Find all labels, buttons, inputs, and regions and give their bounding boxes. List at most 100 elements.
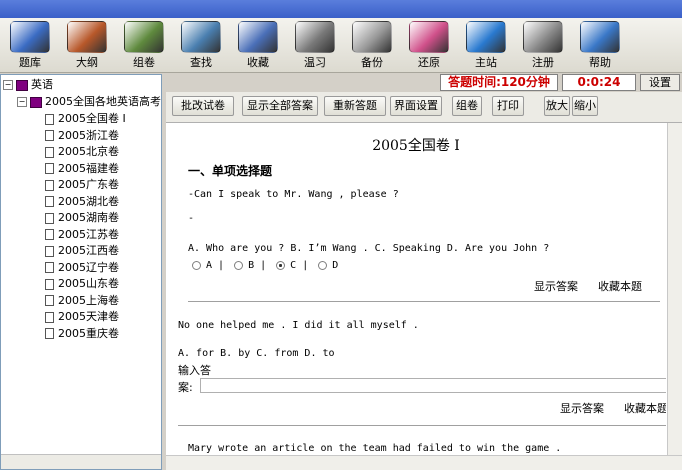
toolbar-button[interactable]: 题库 (2, 20, 58, 72)
tree-item[interactable]: 2005湖南卷 (45, 210, 119, 226)
document-icon (45, 163, 54, 174)
tree-item[interactable]: 2005全国卷 I (45, 111, 126, 127)
toolbar-button-label: 注册 (532, 56, 554, 69)
collapse-icon[interactable]: − (3, 80, 13, 90)
collapse-icon[interactable]: − (17, 97, 27, 107)
tree-item-label: 2005湖北卷 (58, 194, 119, 208)
toolbar-button-label: 大纲 (76, 56, 98, 69)
tree-item-label: 2005全国卷 I (58, 112, 126, 125)
radio-icon[interactable] (192, 260, 201, 270)
toolbar-button[interactable]: 注册 (515, 20, 571, 72)
tree-item[interactable]: 2005北京卷 (45, 144, 119, 160)
choice-separator: | (254, 260, 267, 271)
tree-item[interactable]: 2005福建卷 (45, 161, 119, 177)
q1-choice-b[interactable]: B | (234, 260, 266, 271)
radio-icon[interactable] (276, 260, 286, 270)
answer-input-label-2: 案: (178, 381, 193, 394)
tree-item[interactable]: 2005浙江卷 (45, 128, 119, 144)
compose-button[interactable]: 组卷 (452, 96, 482, 116)
toolbar-button[interactable]: 收藏 (230, 20, 286, 72)
q1-options: A. Who are you ? B. I’m Wang . C. Speaki… (188, 243, 550, 254)
tree-item-label: 2005北京卷 (58, 145, 119, 158)
content-horizontal-scrollbar[interactable] (166, 455, 682, 470)
toolbar-button[interactable]: 帮助 (572, 20, 628, 72)
register-icon (523, 21, 563, 53)
show-all-answers-button[interactable]: 显示全部答案 (242, 96, 318, 116)
tree-group[interactable]: − 2005全国各地英语高考i (17, 94, 162, 110)
toolbar-button[interactable]: 还原 (401, 20, 457, 72)
q2-stem: No one helped me . I did it all myself . (178, 320, 419, 331)
tree-item[interactable]: 2005上海卷 (45, 293, 119, 309)
tree-item[interactable]: 2005天津卷 (45, 309, 119, 325)
content-vertical-scrollbar[interactable] (667, 123, 682, 456)
restore-icon (409, 21, 449, 53)
zoom-in-button[interactable]: 放大 (544, 96, 570, 116)
bookmark-link[interactable]: 收藏本题 (624, 400, 666, 416)
toolbar-button-label: 收藏 (247, 56, 269, 69)
tree-item[interactable]: 2005重庆卷 (45, 326, 119, 342)
show-answer-link[interactable]: 显示答案 (560, 400, 604, 416)
tree-item[interactable]: 2005辽宁卷 (45, 260, 119, 276)
toolbar-button[interactable]: 查找 (173, 20, 229, 72)
paper-tree: − 英语 −2005全国各地英语高考i 2005全国卷 I 2005浙江卷 2005北… (0, 74, 162, 470)
review-icon (295, 21, 335, 53)
radio-icon[interactable] (318, 260, 328, 270)
toolbar-button-label: 主站 (475, 56, 497, 69)
tree-item[interactable]: 2005江苏卷 (45, 227, 119, 243)
radio-icon[interactable] (234, 260, 244, 270)
redo-button[interactable]: 重新答题 (324, 96, 386, 116)
search-icon (181, 21, 221, 53)
choice-label: D (332, 260, 339, 271)
tree-item[interactable]: 2005湖北卷 (45, 194, 119, 210)
q1-choice-a[interactable]: A | (192, 260, 224, 271)
homepage-icon (466, 21, 506, 53)
outline-icon (67, 21, 107, 53)
exam-time-label: 答题时间:120分钟 (440, 74, 558, 91)
tree-root-label: 英语 (31, 78, 53, 91)
bookmark-link[interactable]: 收藏本题 (598, 278, 642, 294)
toolbar-button[interactable]: 大纲 (59, 20, 115, 72)
q1-stem: -Can I speak to Mr. Wang , please ? (188, 189, 399, 200)
toolbar-button[interactable]: 组卷 (116, 20, 172, 72)
document-icon (45, 179, 54, 191)
tree-item-label: 2005上海卷 (58, 293, 119, 307)
tree-item[interactable]: 2005江西卷 (45, 243, 119, 259)
grade-paper-button[interactable]: 批改试卷 (172, 96, 234, 116)
main-toolbar: 题库 大纲 组卷 查找 收藏 温习 备份 还原 主站 注册 帮助 (0, 18, 682, 73)
show-answer-link[interactable]: 显示答案 (534, 278, 578, 294)
answer-input[interactable] (200, 378, 666, 393)
toolbar-button-label: 帮助 (589, 56, 611, 69)
document-icon (45, 311, 54, 323)
tree-item-label: 2005湖南卷 (58, 211, 119, 224)
compose-paper-icon (124, 21, 164, 53)
tree-group-label: 2005全国各地英语高考i (45, 95, 162, 108)
print-button[interactable]: 打印 (492, 96, 524, 116)
tree-root[interactable]: − 英语 (3, 77, 53, 93)
q1-choice-c[interactable]: C | (276, 260, 308, 271)
exam-panel: 批改试卷 显示全部答案 重新答题 界面设置 组卷 打印 放大 缩小 2005全国… (166, 92, 682, 470)
document-icon (45, 295, 54, 306)
toolbar-button[interactable]: 温习 (287, 20, 343, 72)
document-icon (45, 146, 54, 158)
toolbar-button[interactable]: 主站 (458, 20, 514, 72)
document-icon (45, 245, 54, 257)
tree-item[interactable]: 2005山东卷 (45, 276, 119, 292)
answer-input-label: 输入答 (178, 364, 211, 377)
ui-settings-button[interactable]: 界面设置 (390, 96, 442, 116)
q1-choice-d[interactable]: D (318, 260, 338, 271)
document-icon (45, 113, 54, 125)
tree-horizontal-scrollbar[interactable] (1, 454, 161, 469)
document-icon (45, 328, 54, 339)
toolbar-button-label: 还原 (418, 56, 440, 69)
tree-item[interactable]: 2005广东卷 (45, 177, 119, 193)
tree-item-label: 2005江苏卷 (58, 227, 119, 241)
question-divider (188, 301, 660, 302)
document-icon (45, 196, 54, 207)
zoom-out-button[interactable]: 缩小 (572, 96, 598, 116)
document-icon (45, 278, 54, 290)
book-icon (30, 96, 42, 108)
settings-button[interactable]: 设置 (640, 74, 680, 91)
toolbar-button[interactable]: 备份 (344, 20, 400, 72)
q1-choice-group: A | B | C | D (192, 260, 348, 271)
choice-separator: | (296, 260, 309, 271)
